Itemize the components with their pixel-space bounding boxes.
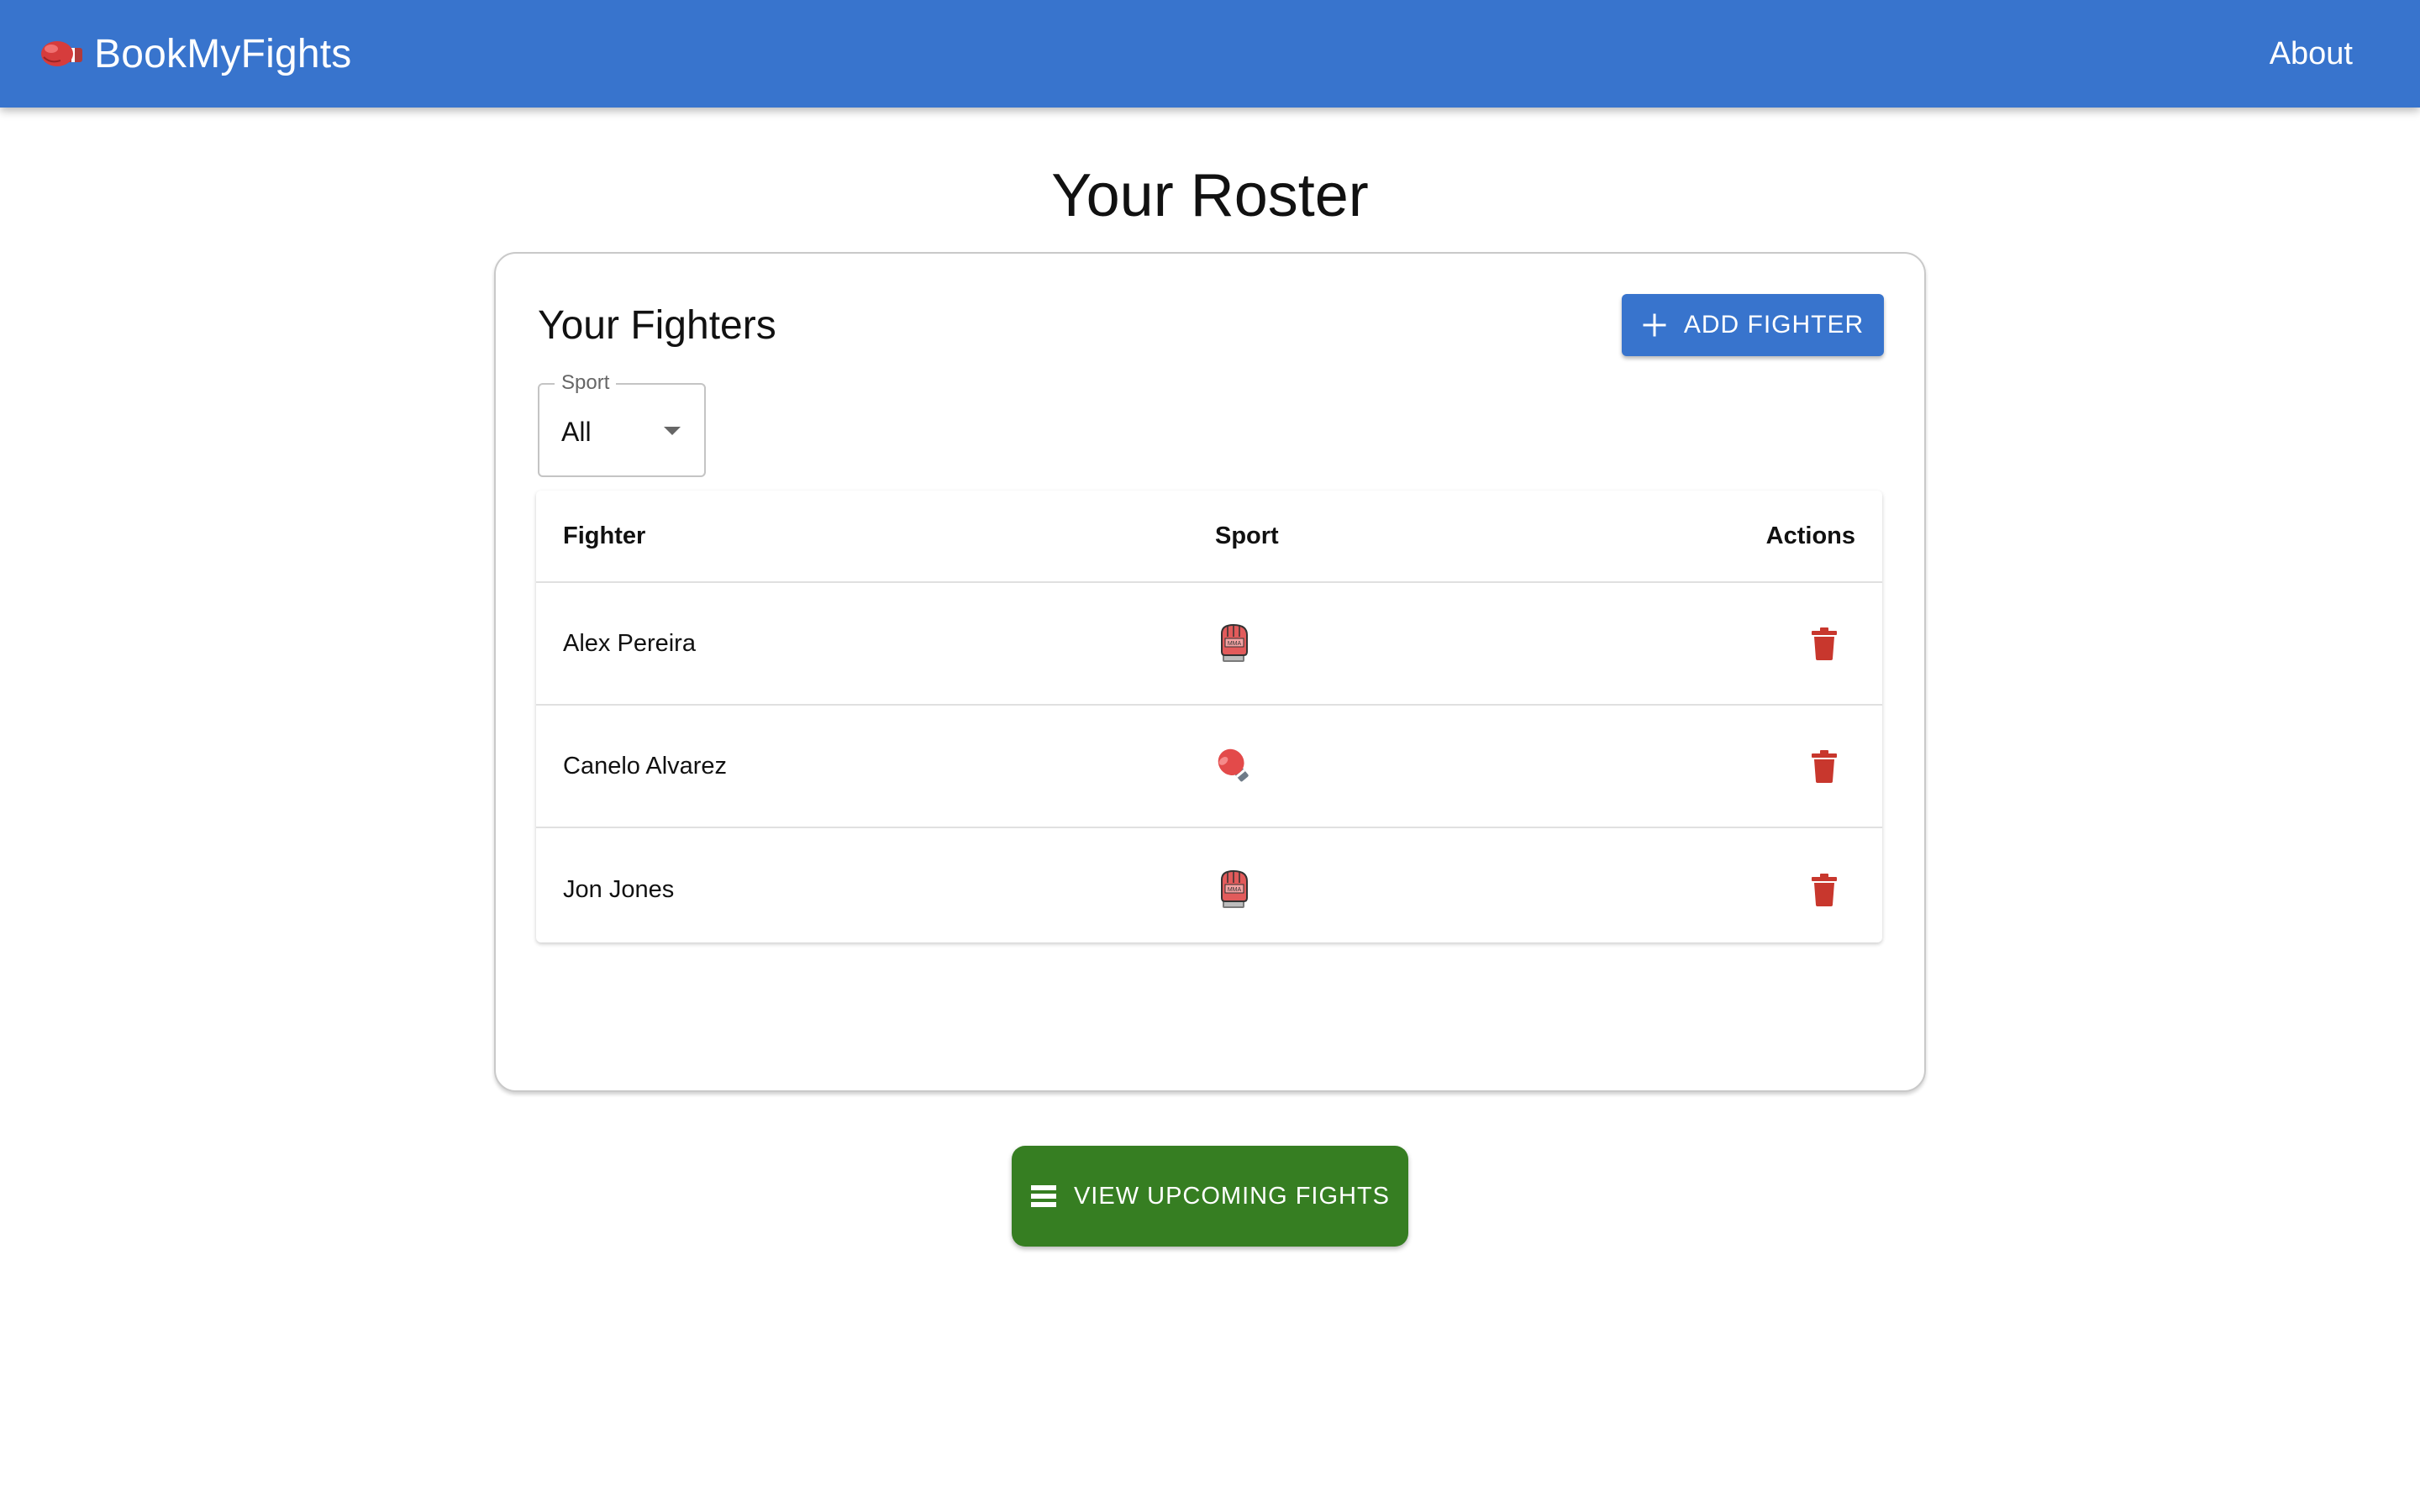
sport-filter-value: All [561,417,592,447]
plus-icon [1643,313,1666,337]
trash-icon [1812,627,1837,660]
fighter-name: Jon Jones [563,875,675,903]
fighters-table: Fighter Sport Actions Alex Pereira MMA C… [536,491,1882,942]
actions-cell [1805,706,1855,827]
about-link[interactable]: About [2270,36,2353,72]
sport-cell: MMA [1215,583,1254,704]
caret-down-icon [664,427,681,435]
brand[interactable]: BookMyFights [39,31,352,77]
add-fighter-button[interactable]: Add Fighter [1622,294,1884,356]
actions-cell [1805,828,1855,942]
list-icon [1030,1185,1056,1207]
roster-card: Your Fighters Add Fighter Sport All Figh… [494,252,1926,1092]
svg-text:MMA: MMA [1228,641,1242,647]
delete-button[interactable] [1805,870,1844,909]
table-row: Jon Jones MMA [536,828,1882,942]
sport-filter-label: Sport [555,372,617,394]
table-header-row: Fighter Sport Actions [536,491,1882,583]
sport-cell [1215,706,1254,827]
trash-icon [1812,750,1837,783]
delete-button[interactable] [1805,624,1844,663]
boxing-glove-icon [41,41,82,66]
delete-button[interactable] [1805,747,1844,785]
view-upcoming-fights-button[interactable]: View Upcoming Fights [1012,1146,1408,1247]
header-sport: Sport [1215,522,1279,549]
sport-cell: MMA [1215,828,1254,942]
mma-glove-icon: MMA [1221,869,1248,908]
mma-glove-icon: MMA [1221,623,1248,662]
table-row: Alex Pereira MMA [536,583,1882,706]
actions-cell [1805,583,1855,704]
app-bar: BookMyFights About [0,0,2420,108]
brand-name: BookMyFights [94,31,352,76]
sport-filter-select[interactable]: Sport All [538,372,706,477]
table-row: Canelo Alvarez [536,706,1882,828]
boxing-glove-icon [1218,748,1249,782]
header-fighter: Fighter [563,522,646,549]
view-upcoming-fights-label: View Upcoming Fights [1073,1182,1391,1210]
fighter-name: Canelo Alvarez [563,752,728,780]
trash-icon [1812,874,1837,906]
fighter-name: Alex Pereira [563,629,696,657]
add-fighter-label: Add Fighter [1683,311,1865,339]
header-actions: Actions [1765,522,1855,549]
svg-text:MMA: MMA [1228,887,1242,893]
page-title: Your Roster [1051,162,1369,229]
card-title: Your Fighters [538,303,776,348]
